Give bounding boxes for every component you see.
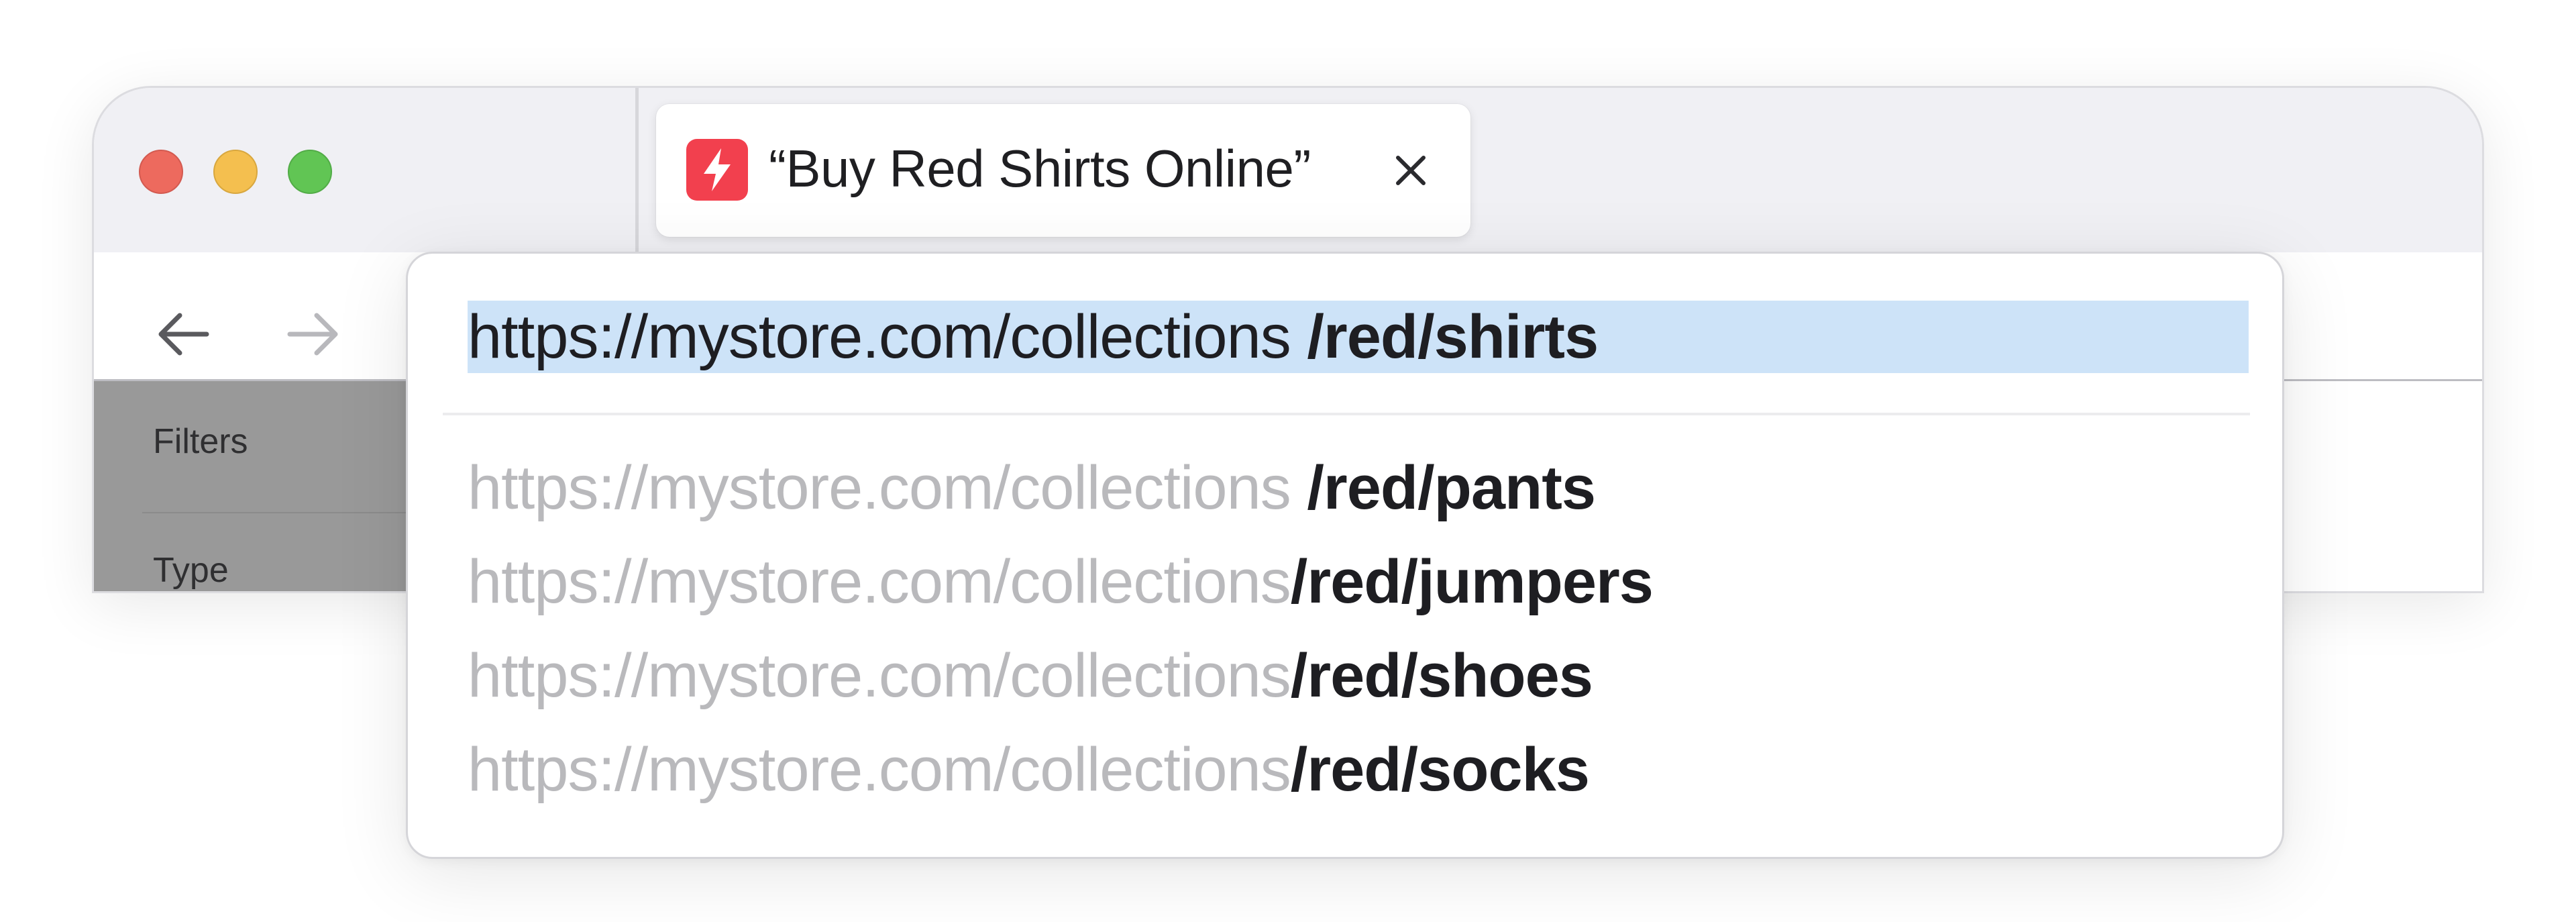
sidebar-divider — [142, 512, 451, 513]
arrow-left-icon[interactable] — [153, 304, 213, 364]
url-path: /red/shirts — [1307, 303, 1599, 371]
suggestion-base: https://mystore.com/collections — [468, 735, 1291, 804]
address-bar-input[interactable]: https://mystore.com/collections /red/shi… — [468, 301, 2249, 373]
lightning-bolt-icon — [686, 139, 748, 201]
tab-active[interactable]: “Buy Red Shirts Online” — [656, 104, 1470, 237]
url-suggestion[interactable]: https://mystore.com/collections/red/jump… — [468, 546, 2212, 618]
suggestion-path: /red/shoes — [1290, 642, 1593, 710]
arrow-right-icon[interactable] — [283, 304, 343, 364]
suggestion-path: /red/pants — [1307, 454, 1596, 522]
url-autocomplete-popup: https://mystore.com/collections /red/shi… — [406, 252, 2284, 859]
suggestion-base: https://mystore.com/collections — [468, 454, 1291, 522]
popup-divider — [443, 413, 2250, 415]
titlebar-divider — [635, 88, 639, 252]
title-bar: “Buy Red Shirts Online” — [94, 88, 2482, 252]
suggestion-path: /red/jumpers — [1290, 548, 1654, 616]
close-window-button[interactable] — [139, 150, 183, 194]
url-suggestion[interactable]: https://mystore.com/collections/red/shoe… — [468, 639, 2212, 712]
filters-sidebar: Filters Type — [94, 381, 451, 591]
minimize-window-button[interactable] — [213, 150, 258, 194]
suggestion-base: https://mystore.com/collections — [468, 642, 1291, 710]
url-suggestion[interactable]: https://mystore.com/collections /red/pan… — [468, 452, 2212, 524]
zoom-window-button[interactable] — [288, 150, 332, 194]
suggestion-path: /red/socks — [1290, 735, 1590, 804]
url-base: https://mystore.com/collections — [468, 303, 1291, 371]
suggestion-base: https://mystore.com/collections — [468, 548, 1291, 616]
filters-heading: Filters — [153, 422, 248, 461]
tab-title: “Buy Red Shirts Online” — [769, 139, 1311, 198]
current-url: https://mystore.com/collections /red/shi… — [468, 301, 1599, 373]
url-suggestion[interactable]: https://mystore.com/collections/red/sock… — [468, 733, 2212, 806]
close-icon[interactable] — [1393, 152, 1429, 189]
type-filter-label[interactable]: Type — [153, 550, 229, 591]
